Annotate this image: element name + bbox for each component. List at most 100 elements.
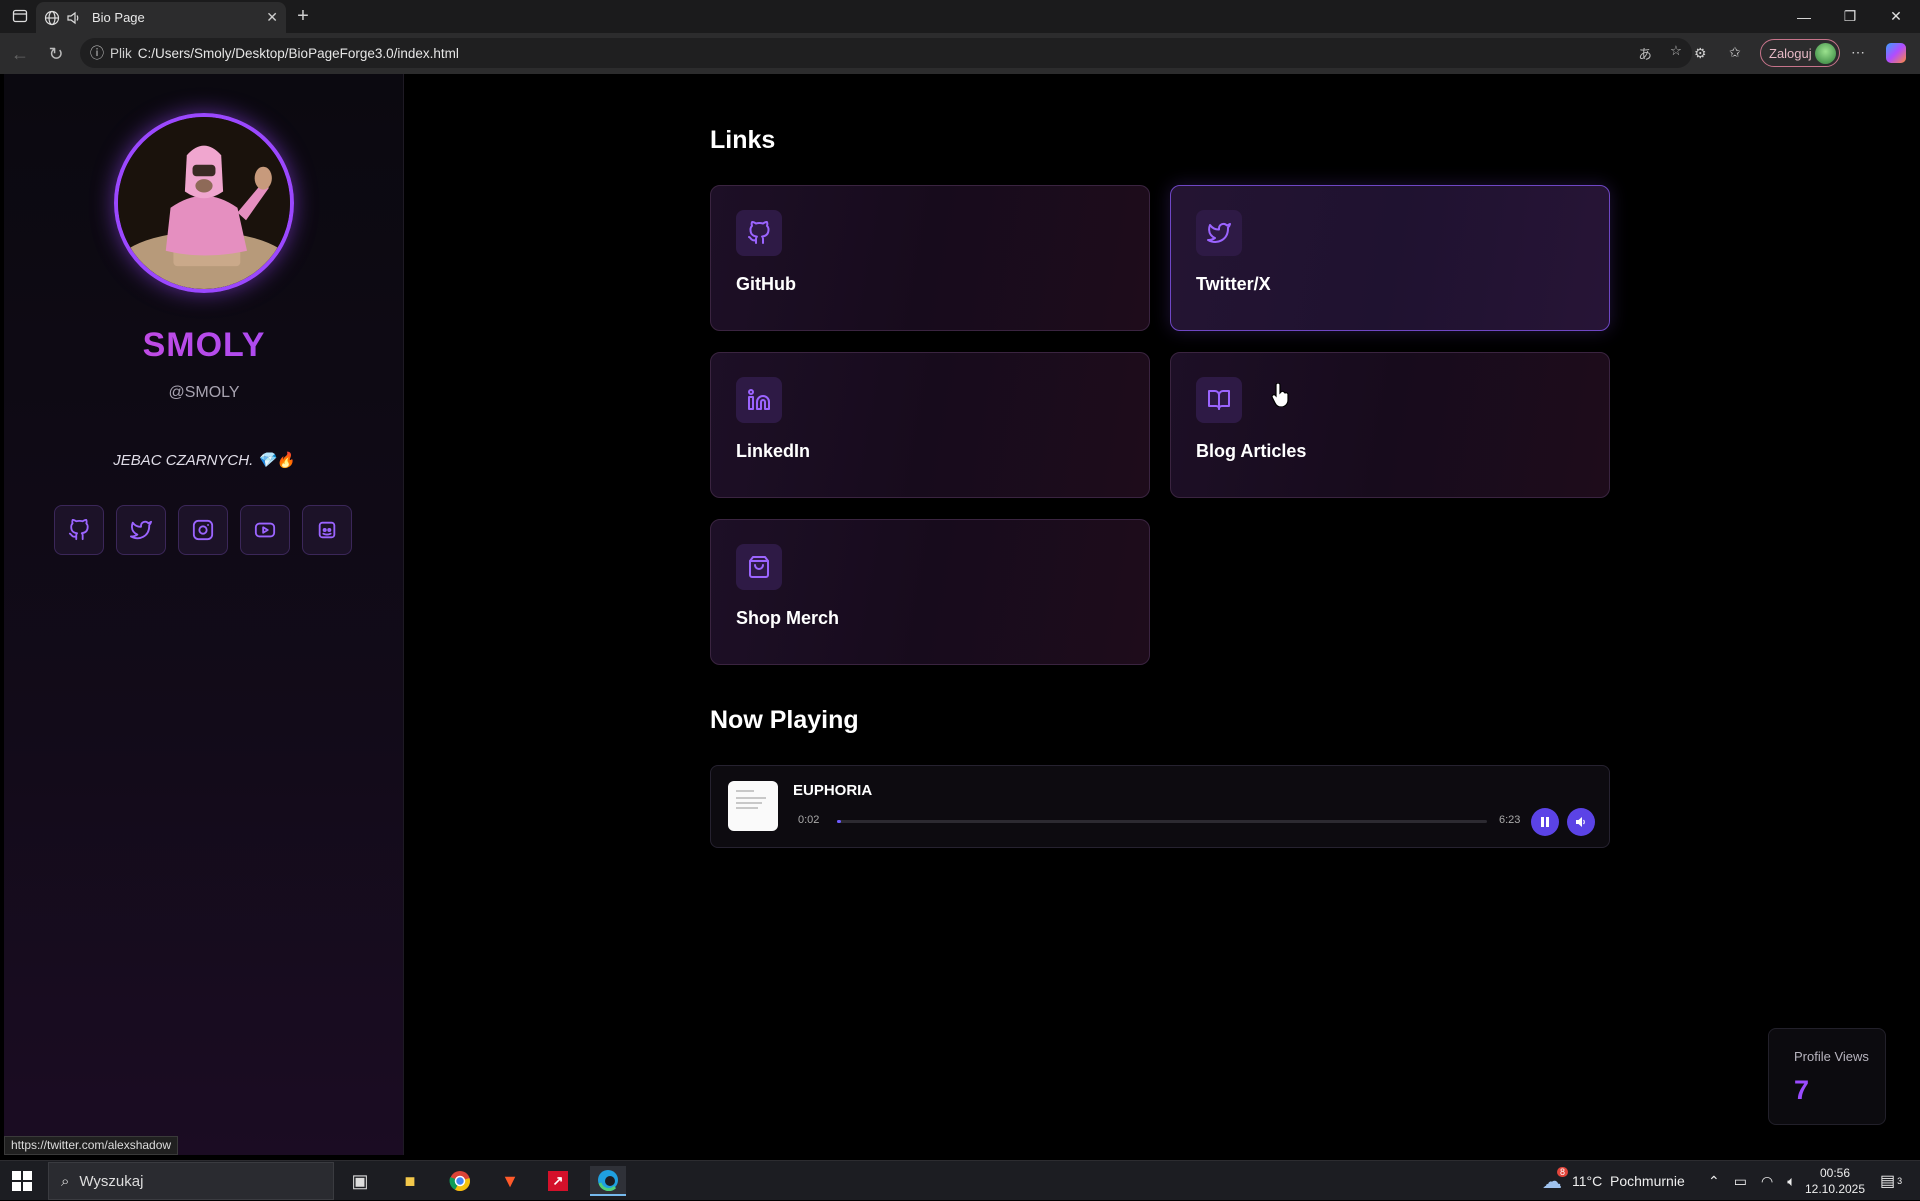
link-label: Twitter/X [1196,274,1271,294]
hand-cursor-icon [1271,383,1289,407]
chrome-icon[interactable] [444,1166,476,1196]
taskbar-search[interactable]: ⌕ Wyszukaj [48,1162,334,1200]
url-scheme-label: Plik [110,45,132,61]
views-count: 7 [1794,1075,1810,1105]
now-playing-title: Now Playing [710,706,859,734]
url-text[interactable]: C:/Users/Smoly/Desktop/BioPageForge3.0/i… [138,46,459,61]
link-card-shop[interactable]: Shop Merch [710,519,1150,665]
links-title: Links [710,126,776,154]
linkedin-icon [748,389,770,410]
progress-bar[interactable] [837,820,1487,823]
cloud-icon: ☁ 8 [1542,1166,1568,1194]
tab-title: Bio Page [92,10,145,25]
discord-icon [318,521,336,539]
copilot-icon[interactable] [1886,43,1906,63]
link-card-blog[interactable]: Blog Articles [1170,352,1610,498]
file-explorer-icon[interactable]: ■ [394,1166,426,1196]
wifi-icon[interactable]: ◠ [1761,1173,1773,1190]
new-tab-icon[interactable]: + [292,5,314,27]
amd-icon[interactable]: ↗ [542,1166,574,1196]
weather-widget[interactable]: ☁ 8 11°C Pochmurnie [1542,1161,1685,1201]
volume-tray-icon[interactable]: 🔈︎ [1787,1173,1795,1190]
address-toolbar: ← ↻ ⓘ Plik C:/Users/Smoly/Desktop/BioPag… [0,33,1920,74]
notification-count: 3 [1897,1176,1903,1186]
extensions-icon[interactable]: ⚙ [1694,45,1707,62]
social-discord-button[interactable] [302,505,352,555]
bio-page: SMOLY @SMOLY JEBAC CZARNYCH. 💎🔥 Links Gi… [4,74,1916,1155]
profile-bio: JEBAC CZARNYCH. 💎🔥 [113,452,295,469]
profile-views-card: Profile Views 7 [1768,1028,1886,1125]
notifications-icon[interactable]: ▤ 3 [1880,1161,1902,1201]
brave-icon[interactable]: ▼ [494,1166,526,1196]
track-title: EUPHORIA [793,782,873,799]
tab-actions-icon[interactable] [10,6,30,26]
pause-button[interactable] [1531,808,1559,836]
instagram-icon [192,519,214,541]
pause-icon [1541,817,1549,827]
profile-sidebar: SMOLY @SMOLY JEBAC CZARNYCH. 💎🔥 [4,74,404,1155]
windows-taskbar: ⌕ Wyszukaj ▣ ■ ▼ ↗ ☁ 8 11°C Pochmurnie ⌃ … [0,1160,1920,1200]
status-url-preview: https://twitter.com/alexshadow [4,1136,179,1155]
volume-icon [1576,817,1585,827]
minimize-icon[interactable]: — [1781,0,1827,33]
twitter-icon [1207,223,1231,243]
duration-time: 6:23 [1499,814,1521,826]
search-placeholder: Wyszukaj [79,1172,144,1190]
refresh-icon[interactable]: ↻ [44,42,68,66]
close-tab-icon[interactable]: ✕ [266,9,278,26]
system-tray: ⌃ ▭ ◠ 🔈︎ [1708,1161,1796,1201]
clock-date: 12.10.2025 [1804,1182,1866,1196]
elapsed-time: 0:02 [798,814,820,826]
read-aloud-icon[interactable]: あ [1638,43,1652,63]
social-twitter-button[interactable] [116,505,166,555]
close-window-icon[interactable]: ✕ [1873,0,1919,33]
globe-icon [44,10,60,26]
link-card-twitter[interactable]: Twitter/X [1170,185,1610,331]
social-youtube-button[interactable] [240,505,290,555]
social-github-button[interactable] [54,505,104,555]
weather-text: 11°C Pochmurnie [1572,1173,1685,1189]
restore-icon[interactable]: ❐ [1827,0,1873,33]
address-bar[interactable]: ⓘ Plik C:/Users/Smoly/Desktop/BioPageFor… [80,38,1692,68]
clock-time: 00:56 [1819,1166,1851,1180]
back-icon[interactable]: ← [8,42,32,66]
profile-name: SMOLY [4,326,404,365]
profile-label: Zaloguj [1769,45,1812,61]
profile-button[interactable]: Zaloguj [1760,39,1840,67]
windows-start-icon[interactable] [12,1171,32,1191]
tab-bar: Bio Page ✕ + — ❐ ✕ [0,0,1920,33]
favorite-star-icon[interactable]: ☆ [1670,43,1682,63]
meet-now-icon[interactable]: ▭ [1734,1173,1747,1190]
link-label: LinkedIn [736,441,811,461]
link-label: Shop Merch [736,608,840,628]
edge-icon[interactable] [590,1166,626,1196]
taskbar-clock[interactable]: 00:56 12.10.2025 [1800,1165,1870,1197]
github-icon [748,221,770,244]
chevron-up-icon[interactable]: ⌃ [1708,1173,1720,1190]
shopping-bag-icon [749,556,769,578]
more-options-icon[interactable]: ⋯ [1851,44,1865,61]
social-instagram-button[interactable] [178,505,228,555]
book-icon [1208,390,1230,410]
profile-avatar [1815,43,1836,64]
social-links [54,505,352,555]
views-label: Profile Views [1794,1049,1869,1064]
search-icon: ⌕ [61,1172,70,1190]
album-cover [728,781,778,831]
volume-button[interactable] [1567,808,1595,836]
speaker-icon[interactable] [66,10,82,26]
task-view-icon[interactable]: ▣ [344,1166,376,1196]
link-card-linkedin[interactable]: LinkedIn [710,352,1150,498]
progress-fill [837,820,841,823]
favorites-icon[interactable]: ✩ [1729,44,1741,61]
info-icon[interactable]: ⓘ [90,43,104,63]
github-icon [68,519,89,541]
profile-handle: @SMOLY [168,384,240,401]
weather-badge: 8 [1556,1166,1568,1177]
link-label: Blog Articles [1196,441,1307,461]
avatar [114,113,294,293]
link-card-github[interactable]: GitHub [710,185,1150,331]
link-label: GitHub [736,274,796,294]
youtube-icon [254,522,276,538]
browser-tab[interactable]: Bio Page ✕ [36,2,286,33]
